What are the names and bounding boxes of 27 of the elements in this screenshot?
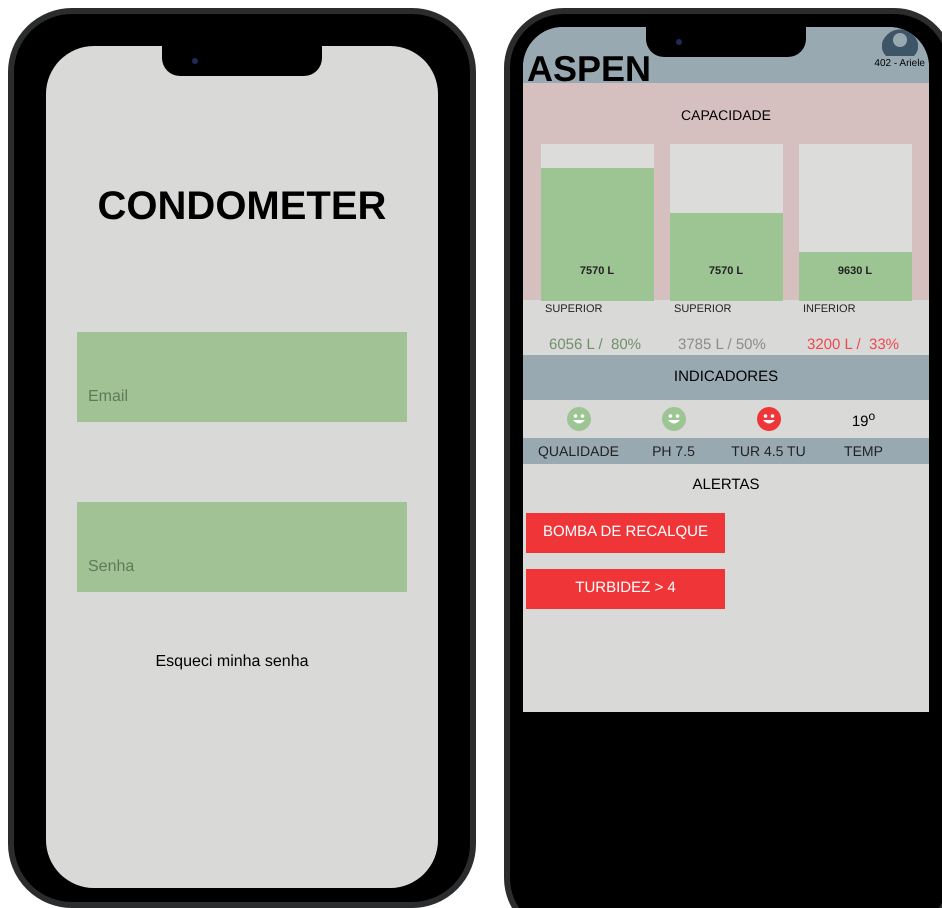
indicator-label: TUR 4.5 TU [731, 442, 806, 461]
section-title: CAPACIDADE [681, 106, 771, 125]
app-title: CONDOMETER [98, 183, 386, 230]
app-name: ASPEN [527, 51, 652, 87]
temperature-value: 19$^{o}$ [852, 410, 876, 432]
camera-icon [676, 39, 682, 45]
alert-button[interactable]: BOMBA DE RECALQUE [526, 512, 725, 552]
input-field[interactable]: Email [77, 332, 407, 422]
tank-name: SUPERIOR [674, 302, 732, 317]
indicator-label: QUALIDADE [538, 442, 619, 461]
tank-reading: 3785 L / 50% [677, 334, 767, 354]
indicator-label: TEMP [844, 442, 883, 461]
tank-reading: 6056 L / 80% [548, 334, 642, 354]
tank-capacity: 7570 L [578, 264, 616, 278]
indicator-label: PH 7.5 [652, 442, 695, 461]
section-title: INDICADORES [674, 367, 778, 388]
input-field[interactable]: Senha [77, 502, 407, 592]
alert-button[interactable]: TURBIDEZ > 4 [526, 568, 725, 608]
forgot-password-link[interactable]: Esqueci minha senha [156, 650, 308, 674]
tank-name: INFERIOR [803, 302, 857, 317]
camera-icon [192, 58, 198, 64]
user-label: 402 - Ariele [874, 57, 925, 71]
tank-capacity: 7570 L [708, 264, 744, 278]
tank-reading: 3200 L / 33% [806, 334, 900, 354]
tank-name: SUPERIOR [545, 302, 604, 317]
tank-capacity: 9630 L [836, 264, 874, 278]
section-title: ALERTAS [692, 475, 760, 495]
